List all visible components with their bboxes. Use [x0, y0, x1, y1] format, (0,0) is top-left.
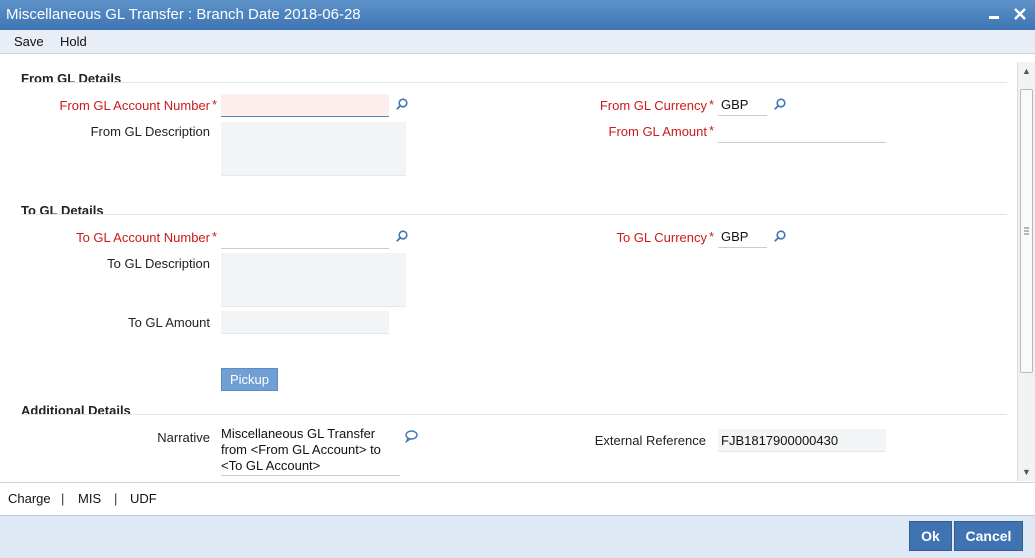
narrative-underline — [221, 475, 400, 476]
additional-section-title: Additional Details — [21, 403, 131, 418]
required-marker: * — [709, 229, 715, 244]
required-marker: * — [212, 229, 218, 244]
to-gl-account-number-label: To GL Account Number — [76, 230, 210, 245]
scroll-down-icon[interactable]: ▼ — [1018, 465, 1035, 479]
udf-link[interactable]: UDF — [130, 483, 157, 515]
footer-bar: Ok Cancel — [0, 515, 1035, 558]
to-gl-currency-input[interactable] — [718, 226, 767, 248]
to-gl-amount-label: To GL Amount — [128, 315, 210, 330]
from-gl-description-label: From GL Description — [90, 124, 210, 139]
search-icon[interactable] — [773, 97, 787, 111]
narrative-label: Narrative — [157, 430, 210, 445]
section-divider — [21, 214, 1007, 215]
from-gl-description-field — [221, 122, 406, 176]
vertical-scrollbar[interactable]: ▲ ▼ — [1017, 62, 1035, 481]
mis-link[interactable]: MIS — [78, 483, 101, 515]
external-reference-input — [718, 429, 886, 452]
from-gl-account-number-label: From GL Account Number — [59, 98, 210, 113]
search-icon[interactable] — [395, 97, 409, 111]
required-marker: * — [709, 123, 715, 138]
pickup-button[interactable]: Pickup — [221, 368, 278, 391]
search-icon[interactable] — [773, 229, 787, 243]
form-content: From GL Details From GL Account Number *… — [0, 55, 1017, 481]
from-gl-section-title: From GL Details — [21, 71, 122, 86]
hold-button[interactable]: Hold — [60, 30, 87, 54]
to-gl-description-field — [221, 253, 406, 307]
ok-button[interactable]: Ok — [909, 521, 952, 551]
narrative-text[interactable]: Miscellaneous GL Transfer from <From GL … — [221, 426, 401, 474]
from-gl-currency-input[interactable] — [718, 94, 767, 116]
from-gl-account-number-input[interactable] — [221, 94, 389, 117]
from-gl-amount-label: From GL Amount — [608, 124, 708, 139]
section-divider — [21, 82, 1007, 83]
minimize-icon[interactable] — [983, 0, 1005, 30]
to-gl-description-label: To GL Description — [107, 256, 210, 271]
separator: | — [61, 491, 65, 506]
external-reference-label: External Reference — [594, 433, 706, 448]
to-gl-amount-input — [221, 311, 389, 334]
charge-link[interactable]: Charge — [8, 483, 51, 515]
from-gl-amount-input[interactable] — [718, 120, 886, 143]
speech-bubble-icon[interactable] — [404, 429, 418, 444]
to-gl-account-number-input[interactable] — [221, 226, 389, 249]
required-marker: * — [709, 97, 715, 112]
sub-screen-bar: Charge | MIS | UDF — [0, 482, 1035, 515]
window-title-bar: Miscellaneous GL Transfer : Branch Date … — [0, 0, 1035, 30]
to-gl-currency-label: To GL Currency — [616, 230, 707, 245]
section-divider — [21, 414, 1007, 415]
from-gl-currency-label: From GL Currency — [599, 98, 707, 113]
to-gl-section-title: To GL Details — [21, 203, 104, 218]
window-title: Miscellaneous GL Transfer : Branch Date … — [6, 6, 361, 23]
required-marker: * — [212, 97, 218, 112]
save-button[interactable]: Save — [14, 30, 44, 54]
scroll-up-icon[interactable]: ▲ — [1018, 64, 1035, 78]
search-icon[interactable] — [395, 229, 409, 243]
menu-bar: Save Hold — [0, 30, 1035, 54]
scrollbar-thumb[interactable] — [1020, 89, 1033, 373]
cancel-button[interactable]: Cancel — [954, 521, 1023, 551]
separator: | — [114, 491, 118, 506]
close-icon[interactable] — [1009, 0, 1031, 30]
